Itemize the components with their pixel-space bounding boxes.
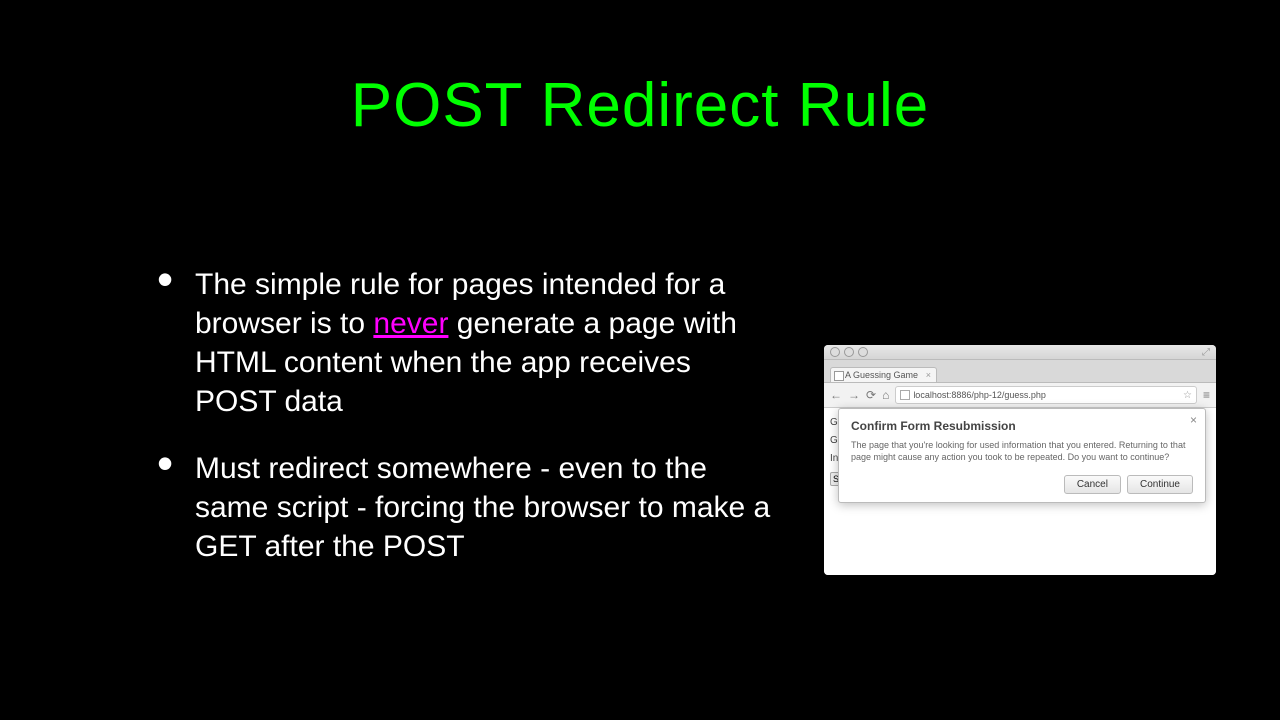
bullet-icon: • — [135, 449, 195, 477]
list-item: • Must redirect somewhere - even to the … — [135, 449, 775, 566]
tab-title: A Guessing Game — [845, 370, 918, 380]
address-bar-row: ← → ⟳ ⌂ localhost:8886/php-12/guess.php … — [824, 383, 1216, 408]
traffic-light-icon — [858, 347, 868, 357]
site-icon — [900, 390, 910, 400]
dialog-line1: The page that you're looking for used in… — [851, 440, 1116, 450]
url-text: localhost:8886/php-12/guess.php — [913, 390, 1046, 400]
dialog-line3: Do you want to continue? — [1068, 452, 1170, 462]
traffic-light-icon — [830, 347, 840, 357]
cancel-button[interactable]: Cancel — [1064, 475, 1121, 494]
embedded-browser-window: ⤢ A Guessing Game × ← → ⟳ ⌂ localhost:88… — [824, 345, 1216, 575]
back-icon[interactable]: ← — [830, 388, 842, 402]
bullet-text-1: The simple rule for pages intended for a… — [195, 265, 775, 421]
dialog-button-row: Cancel Continue — [851, 475, 1193, 494]
menu-icon[interactable]: ≡ — [1203, 388, 1210, 402]
bullet-text-2: Must redirect somewhere - even to the sa… — [195, 449, 775, 566]
list-item: • The simple rule for pages intended for… — [135, 265, 775, 421]
forward-icon[interactable]: → — [848, 388, 860, 402]
address-input[interactable]: localhost:8886/php-12/guess.php ☆ — [895, 386, 1197, 404]
confirm-dialog: × Confirm Form Resubmission The page tha… — [838, 408, 1206, 503]
dialog-title: Confirm Form Resubmission — [851, 419, 1193, 433]
bullet-list: • The simple rule for pages intended for… — [135, 265, 775, 594]
close-icon[interactable]: × — [1190, 413, 1197, 427]
slide: POST Redirect Rule • The simple rule for… — [0, 70, 1280, 720]
bookmark-star-icon[interactable]: ☆ — [1183, 390, 1192, 401]
bullet-1-highlight: never — [373, 307, 448, 340]
continue-button[interactable]: Continue — [1127, 475, 1193, 494]
page-icon — [834, 371, 844, 381]
window-titlebar: ⤢ — [824, 345, 1216, 360]
browser-tab[interactable]: A Guessing Game × — [830, 367, 937, 382]
dialog-body: The page that you're looking for used in… — [851, 439, 1193, 463]
close-icon[interactable]: × — [926, 370, 931, 380]
expand-icon: ⤢ — [1202, 347, 1210, 358]
page-body: G G In S × Confirm Form Resubmission The… — [824, 408, 1216, 575]
home-icon[interactable]: ⌂ — [882, 388, 889, 402]
traffic-light-icon — [844, 347, 854, 357]
slide-title: POST Redirect Rule — [0, 70, 1280, 141]
tab-strip: A Guessing Game × — [824, 360, 1216, 383]
bullet-icon: • — [135, 265, 195, 293]
reload-icon[interactable]: ⟳ — [866, 388, 876, 402]
